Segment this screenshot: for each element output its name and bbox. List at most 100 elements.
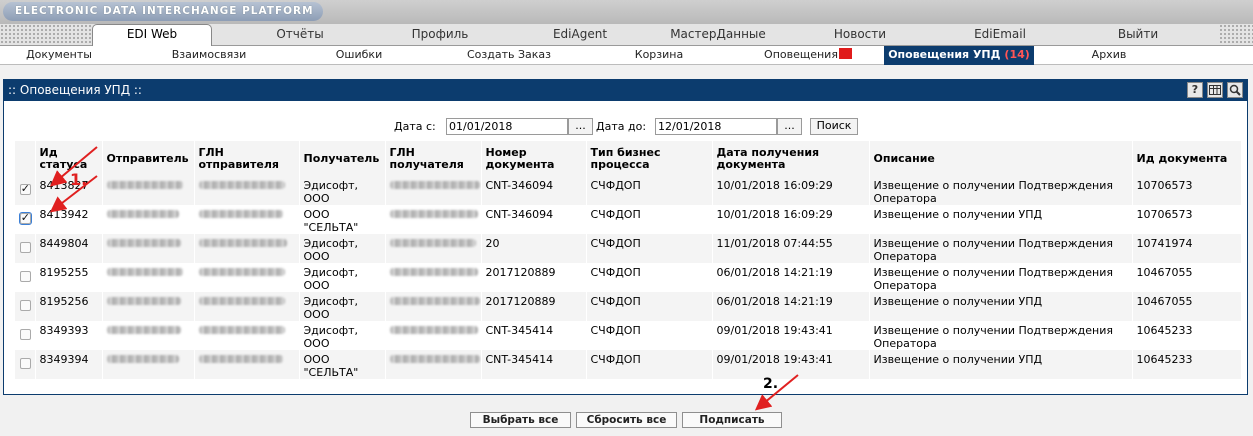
subtab-documents[interactable]: Документы [0, 46, 118, 65]
subtab-relations[interactable]: Взаимосвязи [150, 46, 268, 65]
header-status-id[interactable]: Ид статуса [35, 141, 103, 176]
row-checkbox[interactable] [18, 211, 32, 225]
recipient-gln-cell [385, 176, 482, 205]
reset-all-button[interactable]: Сбросить все [576, 412, 677, 428]
header-process-type[interactable]: Тип бизнес процесса [586, 141, 713, 176]
main-nav: EDI Web Отчёты Профиль EdiAgent МастерДа… [0, 24, 1253, 46]
tab-masterdata[interactable]: МастерДанные [658, 25, 778, 45]
sender-gln-cell [194, 350, 300, 379]
header-sender[interactable]: Отправитель [102, 141, 195, 176]
header-doc-number[interactable]: Номер документа [481, 141, 587, 176]
tab-reports[interactable]: Отчёты [240, 25, 360, 45]
row-select-cell [15, 321, 36, 350]
date-to-picker-button[interactable]: ... [777, 118, 802, 135]
recipient-cell: Эдисофт, ООО [299, 234, 386, 263]
sender-gln-redacted [198, 355, 283, 363]
status-id-cell: 8449804 [35, 234, 103, 263]
recipient-cell: Эдисофт, ООО [299, 292, 386, 321]
subtab-errors[interactable]: Ошибки [300, 46, 418, 65]
recipient-cell: Эдисофт, ООО [299, 263, 386, 292]
new-indicator-icon [838, 48, 852, 59]
status-id-cell: 8349393 [35, 321, 103, 350]
recipient-cell: ООО "СЕЛЬТА" [299, 350, 386, 379]
recipient-gln-redacted [389, 268, 478, 276]
tab-profile[interactable]: Профиль [380, 25, 500, 45]
recipient-cell: ООО "СЕЛЬТА" [299, 205, 386, 234]
recipient-gln-redacted [389, 210, 478, 218]
row-checkbox[interactable] [19, 182, 31, 195]
tab-news[interactable]: Новости [800, 25, 920, 45]
sender-gln-redacted [198, 210, 283, 218]
search-icon[interactable] [1227, 82, 1243, 98]
row-select-cell [15, 263, 36, 292]
header-select [15, 141, 36, 176]
subtab-notifications[interactable]: Оповещения [748, 46, 868, 65]
table-row[interactable]: 8195255 Эдисофт, ООО 2017120889 СЧФДОП 06/01… [15, 263, 1242, 292]
table-row[interactable]: 8349394 ООО "СЕЛЬТА" CNT-345414 СЧФДОП 09/01… [15, 350, 1242, 379]
help-icon[interactable]: ? [1187, 82, 1203, 98]
subtab-create-order[interactable]: Создать Заказ [450, 46, 568, 65]
process-type-cell: СЧФДОП [586, 263, 713, 292]
sender-gln-cell [194, 263, 300, 292]
doc-number-cell[interactable]: 2017120889 [481, 263, 587, 292]
doc-number-cell[interactable]: CNT-345414 [481, 350, 587, 379]
header-doc-id[interactable]: Ид документа [1132, 141, 1242, 176]
table-row[interactable]: 8349393 Эдисофт, ООО CNT-345414 СЧФДОП 09/01… [15, 321, 1242, 350]
doc-id-cell: 10467055 [1132, 263, 1242, 292]
header-recipient-gln[interactable]: ГЛН получателя [385, 141, 482, 176]
subtab-archive[interactable]: Архив [1050, 46, 1168, 65]
subtab-upd-notifications[interactable]: Оповещения УПД (14) [884, 46, 1034, 65]
sender-redacted [106, 239, 181, 247]
row-checkbox[interactable] [19, 358, 31, 369]
tab-logout[interactable]: Выйти [1078, 25, 1198, 45]
tab-ediemail[interactable]: EdiEmail [940, 25, 1060, 45]
recipient-gln-redacted [389, 239, 476, 247]
row-select-cell [15, 176, 36, 205]
row-checkbox[interactable] [19, 242, 31, 253]
tab-ediagent[interactable]: EdiAgent [520, 25, 640, 45]
status-id-cell: 8413942 [35, 205, 103, 234]
recipient-gln-cell [385, 350, 482, 379]
table-row[interactable]: 8195256 Эдисофт, ООО 2017120889 СЧФДОП 06/01… [15, 292, 1242, 321]
doc-number-cell[interactable]: 20 [481, 234, 587, 263]
search-button[interactable]: Поиск [810, 118, 858, 135]
doc-number-cell[interactable]: 2017120889 [481, 292, 587, 321]
tab-edi-web[interactable]: EDI Web [92, 24, 212, 46]
date-from-picker-button[interactable]: ... [568, 118, 593, 135]
received-date-cell: 09/01/2018 19:43:41 [712, 350, 870, 379]
table-row[interactable]: 8413827 Эдисофт, ООО CNT-346094СЧФДОП10/01… [15, 176, 1242, 205]
table-row[interactable]: 8413942 ООО "СЕЛЬТА" CNT-346094СЧФДОП10/01… [15, 205, 1242, 234]
header-recipient[interactable]: Получатель [299, 141, 386, 176]
row-select-cell [15, 292, 36, 321]
sender-cell [102, 176, 195, 205]
doc-id-cell: 10706573 [1132, 176, 1242, 205]
table-row[interactable]: 8449804 Эдисофт, ООО 20 СЧФДОП 11/01/2018 07… [15, 234, 1242, 263]
header-description[interactable]: Описание [869, 141, 1133, 176]
doc-number-cell[interactable]: CNT-345414 [481, 321, 587, 350]
description-cell: Извещение о получении УПД [869, 292, 1133, 321]
subtab-cart[interactable]: Корзина [600, 46, 718, 65]
select-all-button[interactable]: Выбрать все [470, 412, 571, 428]
header-received-date[interactable]: Дата получения документа [712, 141, 870, 176]
header-sender-gln[interactable]: ГЛН отправителя [194, 141, 300, 176]
doc-id-cell: 10645233 [1132, 350, 1242, 379]
doc-number-cell[interactable]: CNT-346094 [481, 205, 587, 234]
sub-nav: Документы Взаимосвязи Ошибки Создать Зак… [0, 46, 1253, 65]
date-to-input[interactable]: 12/01/2018 [655, 118, 777, 135]
description-cell: Извещение о получении Подтверждения Опер… [869, 234, 1133, 263]
table-header-row: Ид статуса Отправитель ГЛН отправителя П… [15, 141, 1242, 176]
date-from-input[interactable]: 01/01/2018 [446, 118, 568, 135]
notifications-table: Ид статуса Отправитель ГЛН отправителя П… [15, 141, 1242, 379]
doc-number-cell[interactable]: CNT-346094 [481, 176, 587, 205]
received-date-cell: 10/01/2018 16:09:29 [712, 176, 870, 205]
row-checkbox[interactable] [19, 300, 31, 311]
process-type-cell: СЧФДОП [586, 205, 713, 234]
sender-gln-redacted [198, 239, 287, 247]
row-checkbox[interactable] [19, 271, 31, 282]
row-checkbox[interactable] [19, 329, 31, 340]
sign-button[interactable]: Подписать [682, 412, 782, 428]
sender-cell [102, 234, 195, 263]
sender-cell [102, 205, 195, 234]
table-icon[interactable] [1207, 82, 1223, 98]
recipient-gln-redacted [389, 297, 480, 305]
